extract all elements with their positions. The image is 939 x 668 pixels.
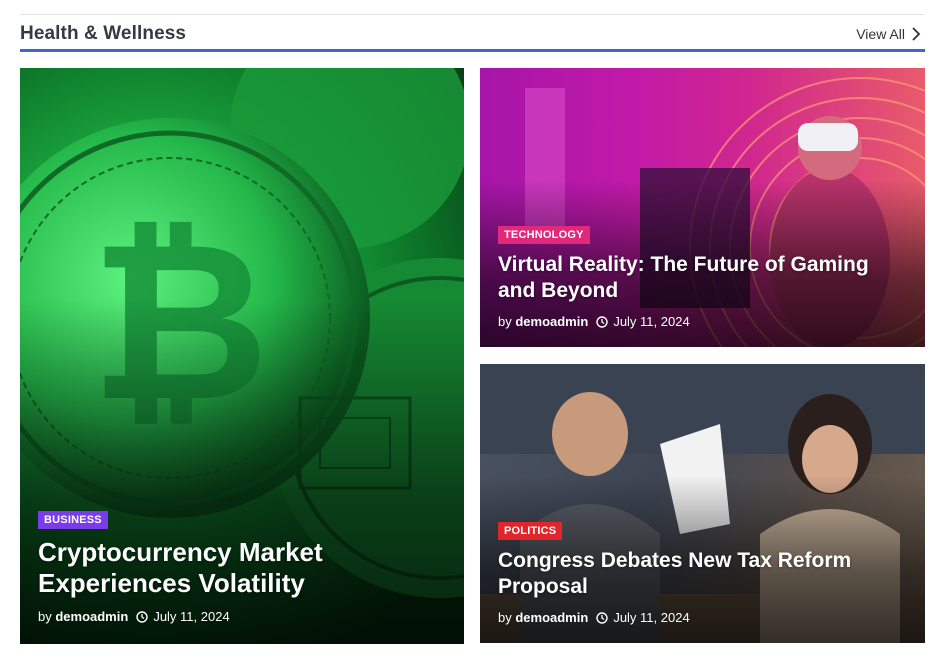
post-card-content: TECHNOLOGY Virtual Reality: The Future o… — [498, 225, 907, 329]
date-text: July 11, 2024 — [153, 609, 230, 624]
clock-icon — [596, 315, 609, 328]
post-date: July 11, 2024 — [596, 314, 690, 329]
post-card-content: POLITICS Congress Debates New Tax Reform… — [498, 521, 907, 625]
category-badge[interactable]: TECHNOLOGY — [498, 226, 590, 244]
post-card-featured[interactable]: ₿ BUSINESS Cryptocurrency Market Experie… — [20, 68, 464, 644]
date-text: July 11, 2024 — [613, 610, 690, 625]
post-date: July 11, 2024 — [136, 609, 230, 624]
byline: by demoadmin — [498, 610, 588, 625]
section-header: Health & Wellness View All — [20, 15, 925, 52]
post-title[interactable]: Virtual Reality: The Future of Gaming an… — [498, 252, 907, 304]
post-meta: by demoadmin July 11, 2024 — [38, 609, 446, 624]
category-badge[interactable]: BUSINESS — [38, 511, 108, 529]
clock-icon — [136, 610, 149, 623]
post-meta: by demoadmin July 11, 2024 — [498, 610, 907, 625]
byline: by demoadmin — [498, 314, 588, 329]
chevron-right-icon — [912, 26, 921, 41]
view-all-label: View All — [856, 25, 905, 42]
category-badge[interactable]: POLITICS — [498, 522, 563, 540]
view-all-link[interactable]: View All — [856, 26, 921, 42]
author-link[interactable]: demoadmin — [515, 610, 588, 625]
author-link[interactable]: demoadmin — [55, 609, 128, 624]
post-title[interactable]: Cryptocurrency Market Experiences Volati… — [38, 537, 446, 599]
post-card-content: BUSINESS Cryptocurrency Market Experienc… — [38, 510, 446, 624]
byline: by demoadmin — [38, 609, 128, 624]
post-card-technology[interactable]: TECHNOLOGY Virtual Reality: The Future o… — [480, 68, 925, 347]
clock-icon — [596, 611, 609, 624]
section-header-underline — [20, 49, 925, 52]
post-meta: by demoadmin July 11, 2024 — [498, 314, 907, 329]
post-date: July 11, 2024 — [596, 610, 690, 625]
by-label: by — [498, 610, 516, 625]
date-text: July 11, 2024 — [613, 314, 690, 329]
section-title: Health & Wellness — [20, 22, 187, 44]
post-card-politics[interactable]: POLITICS Congress Debates New Tax Reform… — [480, 364, 925, 643]
post-title[interactable]: Congress Debates New Tax Reform Proposal — [498, 548, 907, 600]
by-label: by — [38, 609, 56, 624]
author-link[interactable]: demoadmin — [515, 314, 588, 329]
by-label: by — [498, 314, 516, 329]
